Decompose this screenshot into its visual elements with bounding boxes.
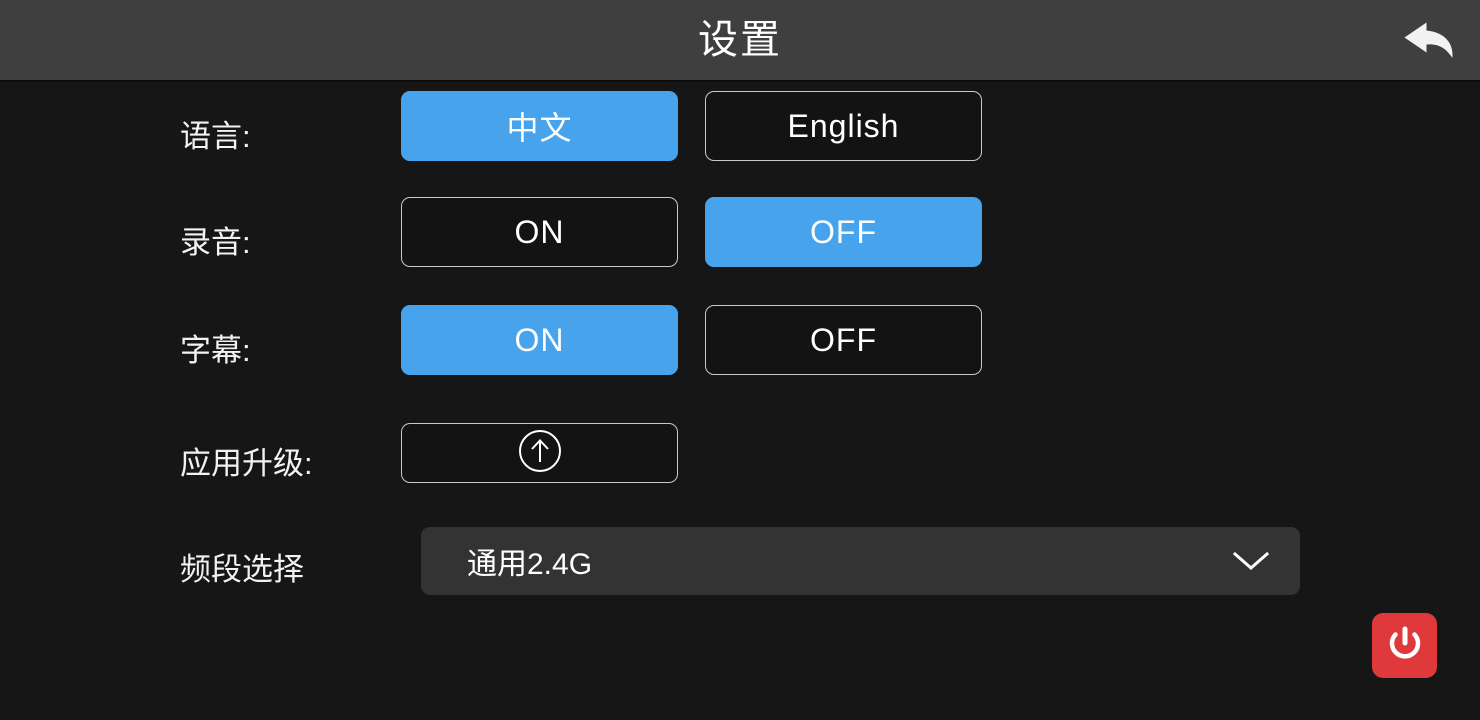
subtitle-option-on[interactable]: ON xyxy=(401,305,678,375)
page-title: 设置 xyxy=(698,18,782,62)
subtitle-option-off[interactable]: OFF xyxy=(705,305,982,375)
frequency-band-value: 通用2.4G xyxy=(467,548,593,581)
setting-label-language: 语言: xyxy=(180,119,251,154)
language-option-chinese[interactable]: 中文 xyxy=(401,91,678,161)
upload-circle-arrow-icon xyxy=(517,428,563,479)
settings-list: 语言: 中文 English 录音: ON OFF 字幕: ON OFF 应用升… xyxy=(0,84,1480,720)
setting-row-app-upgrade: 应用升级: xyxy=(0,423,1480,483)
setting-row-frequency-band: 频段选择 通用2.4G xyxy=(0,527,1480,595)
language-option-english[interactable]: English xyxy=(705,91,982,161)
app-upgrade-button[interactable] xyxy=(401,423,678,483)
recording-option-on[interactable]: ON xyxy=(401,197,678,267)
back-arrow-icon xyxy=(1402,17,1458,63)
setting-label-recording: 录音: xyxy=(180,225,251,260)
recording-option-off[interactable]: OFF xyxy=(705,197,982,267)
setting-row-recording: 录音: ON OFF xyxy=(0,197,1480,267)
setting-label-subtitle: 字幕: xyxy=(180,333,251,368)
setting-label-app-upgrade: 应用升级: xyxy=(180,446,313,481)
back-button[interactable] xyxy=(1394,8,1466,72)
setting-row-subtitle: 字幕: ON OFF xyxy=(0,305,1480,375)
header-bar: 设置 xyxy=(0,0,1480,82)
chevron-down-icon xyxy=(1230,548,1272,574)
power-button[interactable] xyxy=(1372,613,1437,678)
setting-row-language: 语言: 中文 English xyxy=(0,91,1480,161)
frequency-band-dropdown[interactable]: 通用2.4G xyxy=(421,527,1300,595)
power-icon xyxy=(1384,622,1426,669)
setting-label-frequency-band: 频段选择 xyxy=(180,552,304,587)
